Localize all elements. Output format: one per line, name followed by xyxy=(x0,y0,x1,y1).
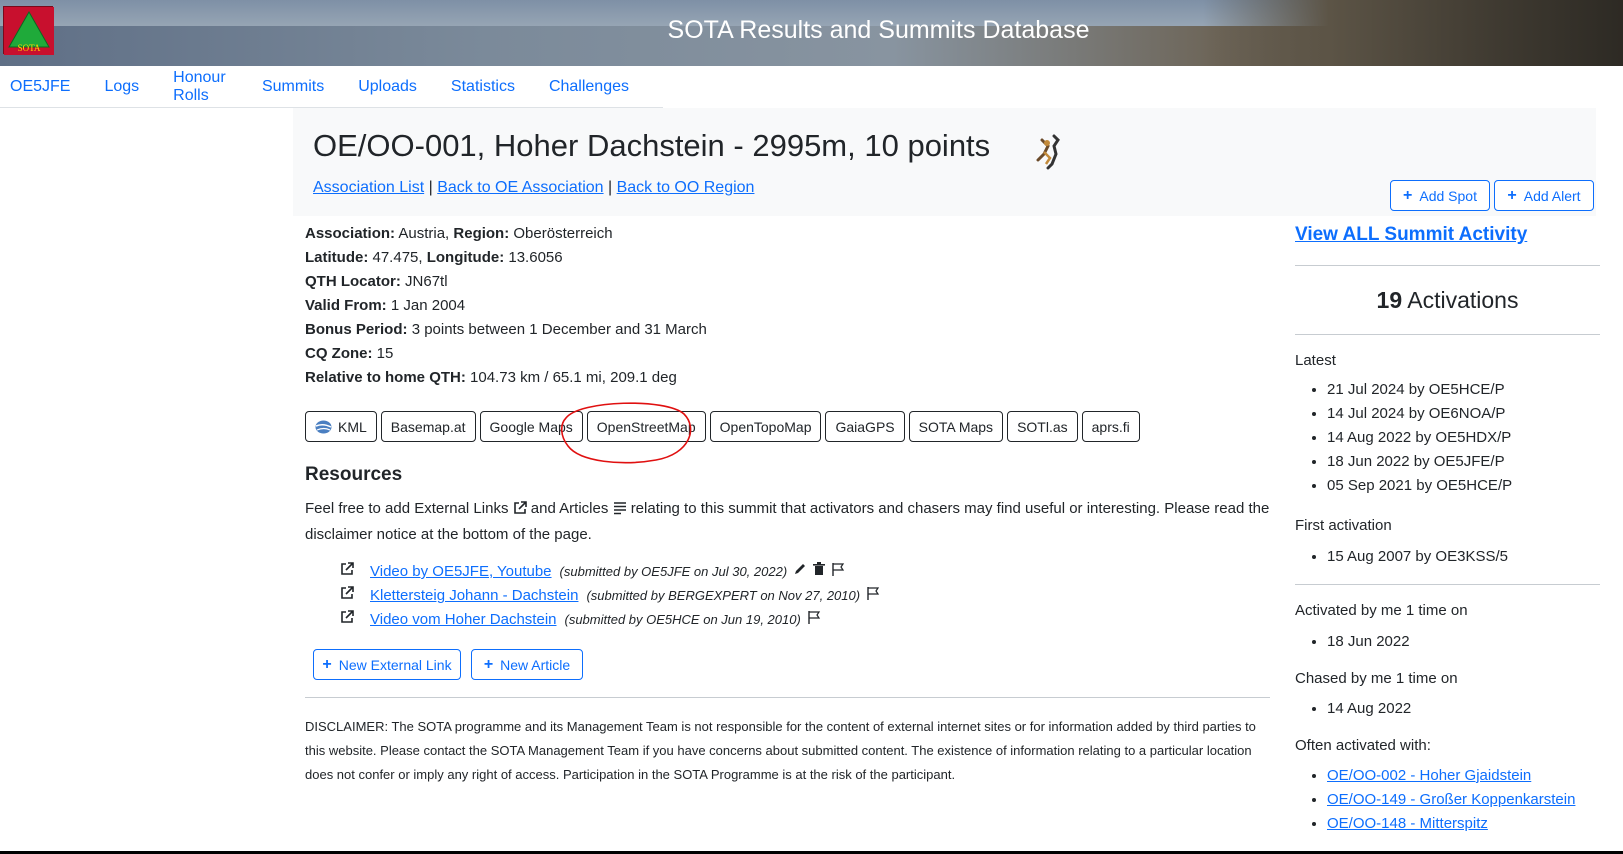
plus-icon: + xyxy=(1507,186,1517,204)
breadcrumb: Association List | Back to OE Associatio… xyxy=(313,179,755,196)
nav-callsign[interactable]: OE5JFE xyxy=(10,78,70,96)
divider xyxy=(1295,584,1600,585)
nav-challenges[interactable]: Challenges xyxy=(549,78,629,96)
resource-submitted: (submitted by OE5HCE on Jun 19, 2010) xyxy=(564,612,801,627)
often-activated-list: OE/OO-002 - Hoher Gjaidstein OE/OO-149 -… xyxy=(1312,764,1575,836)
resources-description: Feel free to add External Links and Arti… xyxy=(305,499,1270,543)
often-activated-label: Often activated with: xyxy=(1295,737,1431,754)
first-activation-list: 15 Aug 2007 by OE3KSS/5 xyxy=(1312,545,1508,569)
article-icon xyxy=(613,499,627,523)
main-nav: OE5JFE Logs Honour Rolls Summits Uploads… xyxy=(0,66,663,108)
external-link-icon xyxy=(340,608,370,632)
chased-by-me-list: 14 Aug 2022 xyxy=(1312,697,1411,721)
list-item: 14 Jul 2024 by OE6NOA/P xyxy=(1327,402,1512,426)
map-button-group: KML Basemap.at Google Maps OpenStreetMap… xyxy=(305,411,1140,442)
new-article-button[interactable]: + New Article xyxy=(471,649,583,680)
annotation-circle xyxy=(560,402,692,464)
first-activation-label: First activation xyxy=(1295,517,1392,534)
related-summit-link[interactable]: OE/OO-149 - Großer Koppenkarstein xyxy=(1327,791,1575,808)
back-to-region-link[interactable]: Back to OO Region xyxy=(617,179,755,196)
new-external-link-button[interactable]: + New External Link xyxy=(313,649,461,680)
external-link-icon xyxy=(340,584,370,608)
disclaimer-text: DISCLAIMER: The SOTA programme and its M… xyxy=(305,719,1256,782)
flag-icon[interactable] xyxy=(866,584,880,608)
activated-by-me-list: 18 Jun 2022 xyxy=(1312,630,1410,654)
list-item: 14 Aug 2022 by OE5HDX/P xyxy=(1327,426,1512,450)
view-all-activity-link[interactable]: View ALL Summit Activity xyxy=(1295,224,1527,246)
back-to-association-link[interactable]: Back to OE Association xyxy=(437,179,603,196)
climber-icon xyxy=(1034,134,1064,170)
nav-honour-rolls[interactable]: Honour Rolls xyxy=(173,69,228,105)
divider xyxy=(1295,265,1600,266)
sota-maps-button[interactable]: SOTA Maps xyxy=(908,411,1004,442)
list-item: Video vom Hoher Dachstein (submitted by … xyxy=(340,608,880,632)
related-summit-link[interactable]: OE/OO-002 - Hoher Gjaidstein xyxy=(1327,767,1531,784)
resource-link[interactable]: Klettersteig Johann - Dachstein xyxy=(370,584,578,608)
site-title: SOTA Results and Summits Database xyxy=(667,16,1090,44)
nav-statistics[interactable]: Statistics xyxy=(451,78,515,96)
site-banner: SOTA SOTA Results and Summits Database xyxy=(0,0,1623,66)
resource-list: Video by OE5JFE, Youtube (submitted by O… xyxy=(340,560,880,632)
list-item: 14 Aug 2022 xyxy=(1327,697,1411,721)
gaiagps-button[interactable]: GaiaGPS xyxy=(825,411,905,442)
resource-submitted: (submitted by BERGEXPERT on Nov 27, 2010… xyxy=(586,588,861,603)
resource-link[interactable]: Video vom Hoher Dachstein xyxy=(370,608,557,632)
divider xyxy=(1295,334,1600,335)
kml-button[interactable]: KML xyxy=(305,411,377,442)
aprs-button[interactable]: aprs.fi xyxy=(1081,411,1140,442)
plus-icon: + xyxy=(1403,186,1413,204)
resource-submitted: (submitted by OE5JFE on Jul 30, 2022) xyxy=(559,564,788,579)
divider xyxy=(305,697,1270,698)
list-item: Klettersteig Johann - Dachstein (submitt… xyxy=(340,584,880,608)
edit-icon[interactable] xyxy=(793,560,807,584)
nav-summits[interactable]: Summits xyxy=(262,78,324,96)
activation-count: 19 Activations xyxy=(1376,287,1519,313)
activated-by-me-label: Activated by me 1 time on xyxy=(1295,602,1468,619)
list-item: 18 Jun 2022 by OE5JFE/P xyxy=(1327,450,1512,474)
chased-by-me-label: Chased by me 1 time on xyxy=(1295,670,1458,687)
association-list-link[interactable]: Association List xyxy=(313,179,424,196)
resource-link[interactable]: Video by OE5JFE, Youtube xyxy=(370,560,552,584)
page-title: OE/OO-001, Hoher Dachstein - 2995m, 10 p… xyxy=(313,128,991,163)
sotlas-button[interactable]: SOTl.as xyxy=(1007,411,1078,442)
external-link-icon xyxy=(340,560,370,584)
plus-icon: + xyxy=(483,655,494,673)
latest-label: Latest xyxy=(1295,352,1336,369)
list-item: 18 Jun 2022 xyxy=(1327,630,1410,654)
list-item: 15 Aug 2007 by OE3KSS/5 xyxy=(1327,545,1508,569)
summit-info: Association: Austria, Region: Oberösterr… xyxy=(305,225,707,386)
add-spot-button[interactable]: + Add Spot xyxy=(1390,180,1490,211)
opentopomap-button[interactable]: OpenTopoMap xyxy=(709,411,822,442)
add-alert-button[interactable]: + Add Alert xyxy=(1494,180,1594,211)
globe-icon xyxy=(315,420,332,434)
resources-heading: Resources xyxy=(305,464,403,485)
plus-icon: + xyxy=(322,655,332,673)
list-item: 05 Sep 2021 by OE5HCE/P xyxy=(1327,474,1512,498)
external-link-icon xyxy=(513,499,527,523)
list-item: Video by OE5JFE, Youtube (submitted by O… xyxy=(340,560,880,584)
flag-icon[interactable] xyxy=(831,560,845,584)
latest-activations: 21 Jul 2024 by OE5HCE/P 14 Jul 2024 by O… xyxy=(1312,378,1512,498)
list-item: 21 Jul 2024 by OE5HCE/P xyxy=(1327,378,1512,402)
trash-icon[interactable] xyxy=(813,560,826,584)
basemap-button[interactable]: Basemap.at xyxy=(380,411,476,442)
nav-uploads[interactable]: Uploads xyxy=(358,78,417,96)
related-summit-link[interactable]: OE/OO-148 - Mitterspitz xyxy=(1327,815,1488,832)
flag-icon[interactable] xyxy=(807,608,821,632)
nav-logs[interactable]: Logs xyxy=(104,78,139,96)
